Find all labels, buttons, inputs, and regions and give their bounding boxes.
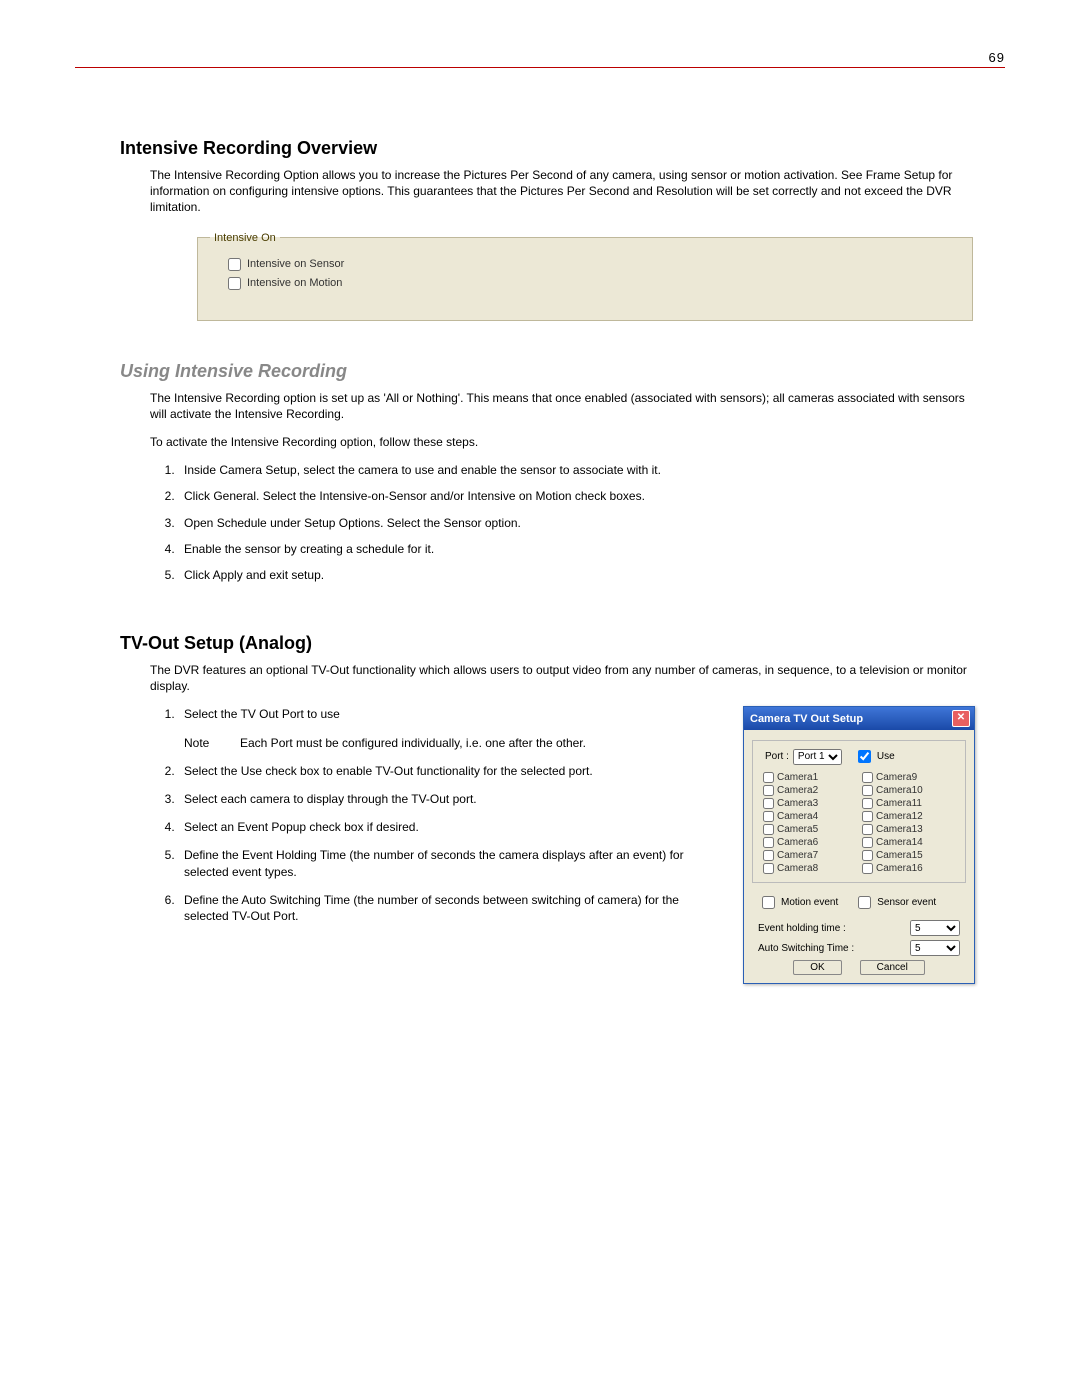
camera2-checkbox[interactable] bbox=[763, 785, 774, 796]
camera6-checkbox[interactable] bbox=[763, 837, 774, 848]
para-using-intensive-1: The Intensive Recording option is set up… bbox=[150, 390, 975, 422]
list-item: Select an Event Popup check box if desir… bbox=[178, 819, 723, 835]
camera-label: Camera3 bbox=[777, 798, 818, 809]
sensor-event-label: Sensor event bbox=[877, 897, 936, 908]
list-item: Open Schedule under Setup Options. Selec… bbox=[178, 515, 975, 531]
list-item: Inside Camera Setup, select the camera t… bbox=[178, 462, 975, 478]
camera-group: Port : Port 1 Use Camera1 Camera9 Camera… bbox=[752, 740, 966, 883]
camera-label: Camera11 bbox=[876, 798, 922, 809]
page-number: 69 bbox=[989, 50, 1005, 65]
list-item: Define the Auto Switching Time (the numb… bbox=[178, 892, 723, 924]
camera-label: Camera15 bbox=[876, 850, 923, 861]
cancel-button[interactable]: Cancel bbox=[860, 960, 925, 975]
list-item: Select the TV Out Port to use Note Each … bbox=[178, 706, 723, 750]
camera-label: Camera4 bbox=[777, 811, 818, 822]
list-item: Enable the sensor by creating a schedule… bbox=[178, 541, 975, 557]
camera-label: Camera1 bbox=[777, 772, 818, 783]
switching-time-select[interactable]: 5 bbox=[910, 940, 960, 956]
sensor-event-checkbox[interactable] bbox=[858, 896, 871, 909]
intensive-on-panel: Intensive On Intensive on Sensor Intensi… bbox=[195, 232, 975, 321]
intensive-steps-list: Inside Camera Setup, select the camera t… bbox=[150, 462, 975, 583]
intensive-on-sensor-label: Intensive on Sensor bbox=[247, 258, 344, 270]
camera9-checkbox[interactable] bbox=[862, 772, 873, 783]
camera-label: Camera5 bbox=[777, 824, 818, 835]
heading-using-intensive: Using Intensive Recording bbox=[120, 361, 1005, 382]
camera1-checkbox[interactable] bbox=[763, 772, 774, 783]
camera-label: Camera8 bbox=[777, 863, 818, 874]
list-item: Define the Event Holding Time (the numbe… bbox=[178, 847, 723, 879]
camera7-checkbox[interactable] bbox=[763, 850, 774, 861]
page-header: 69 bbox=[75, 50, 1005, 68]
camera-label: Camera7 bbox=[777, 850, 818, 861]
camera11-checkbox[interactable] bbox=[862, 798, 873, 809]
camera5-checkbox[interactable] bbox=[763, 824, 774, 835]
use-label: Use bbox=[877, 751, 895, 762]
camera-label: Camera6 bbox=[777, 837, 818, 848]
camera-label: Camera16 bbox=[876, 863, 923, 874]
list-item: Select the Use check box to enable TV-Ou… bbox=[178, 763, 723, 779]
camera4-checkbox[interactable] bbox=[763, 811, 774, 822]
heading-tvout: TV-Out Setup (Analog) bbox=[120, 633, 1005, 654]
intensive-on-motion-checkbox[interactable] bbox=[228, 277, 241, 290]
document-page: 69 Intensive Recording Overview The Inte… bbox=[0, 0, 1080, 1397]
camera-label: Camera9 bbox=[876, 772, 917, 783]
tvout-steps-list: Select the TV Out Port to use Note Each … bbox=[150, 706, 723, 924]
intensive-on-sensor-checkbox[interactable] bbox=[228, 258, 241, 271]
camera-label: Camera12 bbox=[876, 811, 923, 822]
camera-label: Camera10 bbox=[876, 785, 923, 796]
motion-event-checkbox[interactable] bbox=[762, 896, 775, 909]
camera-label: Camera14 bbox=[876, 837, 923, 848]
camera12-checkbox[interactable] bbox=[862, 811, 873, 822]
port-select[interactable]: Port 1 bbox=[793, 749, 842, 765]
note-text: Each Port must be configured individuall… bbox=[240, 735, 586, 751]
close-icon[interactable]: ✕ bbox=[952, 710, 970, 727]
motion-event-label: Motion event bbox=[781, 897, 838, 908]
ok-button[interactable]: OK bbox=[793, 960, 841, 975]
list-item: Select each camera to display through th… bbox=[178, 791, 723, 807]
camera-label: Camera13 bbox=[876, 824, 923, 835]
holding-time-select[interactable]: 5 bbox=[910, 920, 960, 936]
camera10-checkbox[interactable] bbox=[862, 785, 873, 796]
camera-grid: Camera1 Camera9 Camera2 Camera10 Camera3… bbox=[763, 772, 955, 874]
heading-intensive-overview: Intensive Recording Overview bbox=[120, 138, 1005, 159]
para-tvout: The DVR features an optional TV-Out func… bbox=[150, 662, 975, 694]
camera13-checkbox[interactable] bbox=[862, 824, 873, 835]
note-label: Note bbox=[184, 735, 220, 751]
camera14-checkbox[interactable] bbox=[862, 837, 873, 848]
dialog-title-text: Camera TV Out Setup bbox=[750, 713, 863, 725]
holding-time-label: Event holding time : bbox=[758, 923, 846, 934]
para-intensive-overview: The Intensive Recording Option allows yo… bbox=[150, 167, 975, 216]
list-item: Click General. Select the Intensive-on-S… bbox=[178, 488, 975, 504]
intensive-on-legend: Intensive On bbox=[210, 232, 280, 244]
use-checkbox[interactable] bbox=[858, 750, 871, 763]
list-item: Click Apply and exit setup. bbox=[178, 567, 975, 583]
camera8-checkbox[interactable] bbox=[763, 863, 774, 874]
tvout-dialog: Camera TV Out Setup ✕ Port : Port 1 Use bbox=[743, 706, 975, 984]
tvout-step1-text: Select the TV Out Port to use bbox=[184, 707, 340, 721]
camera15-checkbox[interactable] bbox=[862, 850, 873, 861]
switching-time-label: Auto Switching Time : bbox=[758, 943, 854, 954]
camera16-checkbox[interactable] bbox=[862, 863, 873, 874]
camera3-checkbox[interactable] bbox=[763, 798, 774, 809]
para-using-intensive-2: To activate the Intensive Recording opti… bbox=[150, 434, 975, 450]
port-label: Port : bbox=[765, 751, 789, 762]
intensive-on-motion-label: Intensive on Motion bbox=[247, 277, 342, 289]
camera-label: Camera2 bbox=[777, 785, 818, 796]
dialog-titlebar[interactable]: Camera TV Out Setup ✕ bbox=[744, 707, 974, 730]
